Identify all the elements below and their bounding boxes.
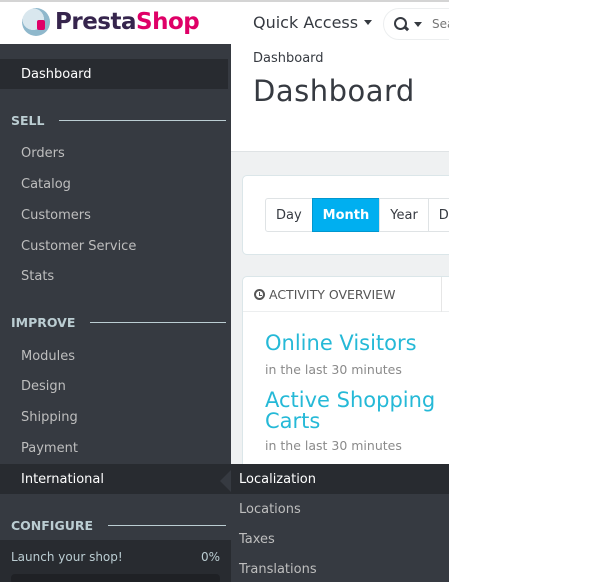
sidebar-item-shipping[interactable]: Shipping [0, 402, 231, 432]
section-divider [59, 119, 226, 121]
period-month-button[interactable]: Month [311, 198, 381, 232]
launch-progress-bar [11, 574, 220, 582]
active-carts-title: Active Shopping Carts [265, 388, 436, 433]
page-header: Dashboard Dashboard [231, 44, 449, 152]
submenu-item-localization[interactable]: Localization [231, 464, 449, 494]
search-type-caret-icon[interactable] [414, 21, 422, 27]
submenu-item-locations[interactable]: Locations [231, 494, 449, 524]
section-improve-title: IMPROVE [11, 314, 76, 330]
launch-shop-widget[interactable]: Launch your shop! 0% [0, 540, 231, 582]
sidebar: Dashboard SELL Orders Catalog Customers … [0, 44, 231, 582]
sidebar-item-customer-service[interactable]: Customer Service [0, 231, 231, 261]
online-visitors-title: Online Visitors [265, 331, 417, 355]
sidebar-item-design[interactable]: Design [0, 371, 231, 401]
submenu-item-translations[interactable]: Translations [231, 554, 449, 582]
breadcrumb[interactable]: Dashboard [253, 51, 324, 66]
search-box [383, 8, 449, 40]
section-improve: IMPROVE [11, 312, 226, 332]
search-icon[interactable] [394, 17, 408, 31]
activity-overview-card: ACTIVITY OVERVIEW Online Visitors in the… [242, 276, 449, 476]
page-title: Dashboard [253, 74, 415, 108]
active-carts-subtitle: in the last 30 minutes [265, 438, 402, 453]
international-submenu: Localization Locations Taxes Translation… [231, 464, 449, 582]
section-configure: CONFIGURE [11, 515, 226, 535]
period-day-button[interactable]: Day [265, 198, 313, 232]
quick-access-label: Quick Access [253, 13, 359, 32]
top-border [0, 0, 449, 2]
period-selector-card: Day Month Year Day [242, 175, 449, 255]
sidebar-item-orders[interactable]: Orders [0, 138, 231, 168]
activity-overview-header: ACTIVITY OVERVIEW [243, 277, 449, 312]
period-year-button[interactable]: Year [379, 198, 429, 232]
sidebar-item-customers[interactable]: Customers [0, 200, 231, 230]
brand-presta: Presta [55, 9, 137, 35]
online-visitors-subtitle: in the last 30 minutes [265, 362, 402, 377]
section-sell-title: SELL [11, 112, 45, 128]
sidebar-item-catalog[interactable]: Catalog [0, 169, 231, 199]
section-configure-title: CONFIGURE [11, 517, 94, 533]
clock-icon [254, 288, 265, 300]
sidebar-item-payment[interactable]: Payment [0, 433, 231, 463]
activity-overview-title: ACTIVITY OVERVIEW [269, 286, 396, 302]
brand-shop: Shop [136, 9, 200, 35]
brand-name: PrestaShop [55, 9, 200, 35]
submenu-item-taxes[interactable]: Taxes [231, 524, 449, 554]
launch-shop-label: Launch your shop! [11, 550, 123, 564]
header: PrestaShop Quick Access [0, 2, 449, 44]
section-divider [108, 524, 226, 526]
sidebar-item-international[interactable]: International [0, 464, 231, 494]
launch-shop-percent: 0% [200, 550, 220, 564]
section-sell: SELL [11, 110, 226, 130]
search-input[interactable] [432, 17, 449, 31]
logo[interactable]: PrestaShop [22, 8, 200, 36]
period-button-group: Day Month Year Day [265, 198, 449, 232]
period-day-minus-one-button[interactable]: Day [427, 198, 449, 232]
sidebar-item-dashboard[interactable]: Dashboard [0, 59, 228, 89]
quick-access-dropdown[interactable]: Quick Access [253, 13, 373, 32]
app-window: PrestaShop Quick Access Dashboard Dashbo… [0, 0, 449, 582]
header-divider [441, 277, 442, 312]
caret-down-icon [364, 20, 373, 25]
submenu-pointer-icon [220, 470, 231, 492]
section-divider [90, 321, 226, 323]
sidebar-item-modules[interactable]: Modules [0, 341, 231, 371]
puffin-logo-icon [22, 8, 50, 36]
sidebar-item-stats[interactable]: Stats [0, 261, 231, 291]
